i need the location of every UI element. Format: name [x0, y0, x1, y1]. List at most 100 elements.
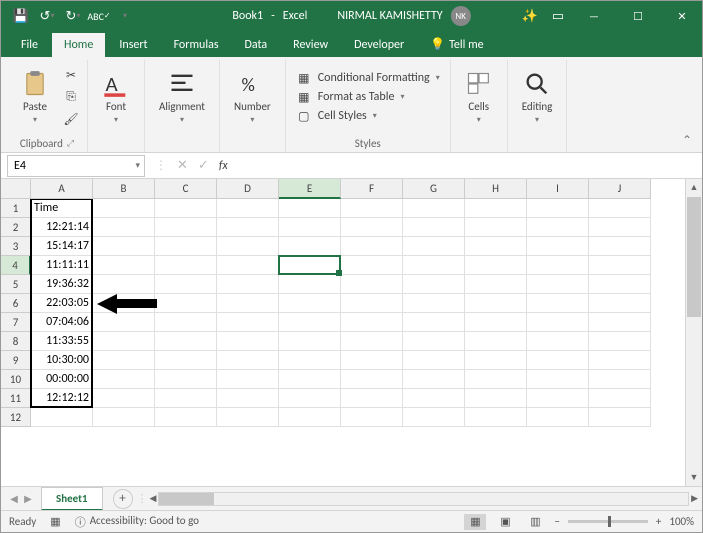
cell[interactable]: [527, 275, 589, 294]
cell[interactable]: [527, 199, 589, 218]
tab-tellme[interactable]: 💡Tell me: [418, 32, 495, 57]
row-header[interactable]: 1: [1, 199, 31, 218]
row-header[interactable]: 2: [1, 218, 31, 237]
cell[interactable]: [217, 199, 279, 218]
prev-sheet-icon[interactable]: ◀: [10, 492, 18, 505]
cell[interactable]: [341, 218, 403, 237]
cell[interactable]: [403, 408, 465, 427]
tab-review[interactable]: Review: [281, 33, 340, 57]
cell[interactable]: [279, 237, 341, 256]
cell[interactable]: [217, 313, 279, 332]
col-header[interactable]: D: [217, 179, 279, 199]
spellcheck-icon[interactable]: ABC✓: [87, 4, 111, 28]
cancel-formula-icon[interactable]: ✕: [177, 158, 188, 173]
cell-styles-button[interactable]: ▢Cell Styles▾: [292, 107, 444, 125]
scroll-right-icon[interactable]: ▶: [691, 493, 698, 504]
number-button[interactable]: % Number▾: [226, 66, 279, 129]
cell[interactable]: [93, 218, 155, 237]
page-break-view-icon[interactable]: ▥: [524, 514, 546, 530]
cell[interactable]: [217, 218, 279, 237]
cell[interactable]: [93, 199, 155, 218]
cell[interactable]: [465, 313, 527, 332]
cell[interactable]: [93, 294, 155, 313]
tab-home[interactable]: Home: [52, 33, 105, 57]
cell[interactable]: 15:14:17: [31, 237, 93, 256]
cell[interactable]: 19:36:32: [31, 275, 93, 294]
row-header[interactable]: 6: [1, 294, 31, 313]
redo-icon[interactable]: ↻▾: [61, 4, 85, 28]
cell[interactable]: [217, 275, 279, 294]
cell[interactable]: [403, 256, 465, 275]
minimize-button[interactable]: —: [574, 1, 614, 31]
cell[interactable]: 10:30:00: [31, 351, 93, 370]
cell[interactable]: [155, 237, 217, 256]
scroll-thumb[interactable]: [687, 197, 701, 317]
cell[interactable]: [403, 332, 465, 351]
cell[interactable]: [93, 237, 155, 256]
cell[interactable]: [217, 332, 279, 351]
cell[interactable]: [589, 275, 651, 294]
tab-insert[interactable]: Insert: [107, 33, 159, 57]
cell[interactable]: [341, 294, 403, 313]
undo-icon[interactable]: ↺▾: [35, 4, 59, 28]
clipboard-launcher-icon[interactable]: ⤢: [67, 138, 74, 149]
cell[interactable]: [93, 275, 155, 294]
cell[interactable]: [403, 313, 465, 332]
cell[interactable]: [465, 351, 527, 370]
cell[interactable]: [93, 408, 155, 427]
col-header[interactable]: F: [341, 179, 403, 199]
cell[interactable]: [527, 389, 589, 408]
cell[interactable]: [403, 218, 465, 237]
next-sheet-icon[interactable]: ▶: [24, 492, 32, 505]
accessibility-status[interactable]: ⓘAccessibility: Good to go: [75, 514, 199, 530]
alignment-button[interactable]: Alignment▾: [151, 66, 213, 129]
cell[interactable]: [217, 408, 279, 427]
cell[interactable]: [217, 294, 279, 313]
scroll-left-icon[interactable]: ◀: [150, 493, 157, 504]
cell[interactable]: [93, 370, 155, 389]
scroll-down-icon[interactable]: ▼: [686, 469, 702, 486]
cell[interactable]: 07:04:06: [31, 313, 93, 332]
macro-record-icon[interactable]: ▦: [50, 515, 60, 528]
cell[interactable]: [155, 218, 217, 237]
cell[interactable]: [589, 199, 651, 218]
cut-icon[interactable]: ✂: [61, 66, 81, 84]
scroll-up-icon[interactable]: ▲: [686, 179, 702, 196]
cell[interactable]: [217, 370, 279, 389]
cell[interactable]: [341, 389, 403, 408]
cell[interactable]: [527, 370, 589, 389]
row-header[interactable]: 10: [1, 370, 31, 389]
cell[interactable]: [279, 370, 341, 389]
zoom-level[interactable]: 100%: [669, 515, 694, 528]
format-as-table-button[interactable]: ▦Format as Table▾: [292, 88, 444, 106]
row-header[interactable]: 9: [1, 351, 31, 370]
name-box[interactable]: E4: [7, 155, 145, 177]
zoom-slider[interactable]: [568, 520, 648, 523]
fx-icon[interactable]: fx: [219, 159, 228, 173]
cell[interactable]: [155, 256, 217, 275]
cell[interactable]: [155, 313, 217, 332]
cell[interactable]: [155, 332, 217, 351]
close-button[interactable]: ✕: [662, 1, 702, 31]
cell[interactable]: [155, 294, 217, 313]
cell[interactable]: Time: [31, 199, 93, 218]
copy-icon[interactable]: ⎘: [61, 88, 81, 106]
cell[interactable]: [217, 389, 279, 408]
cell[interactable]: [527, 237, 589, 256]
cell[interactable]: [527, 313, 589, 332]
cell[interactable]: [341, 370, 403, 389]
cell[interactable]: [403, 370, 465, 389]
cell[interactable]: [589, 313, 651, 332]
cell[interactable]: [527, 408, 589, 427]
cell[interactable]: [403, 275, 465, 294]
magic-icon[interactable]: ✨: [518, 4, 542, 28]
cell[interactable]: [217, 256, 279, 275]
cell[interactable]: 00:00:00: [31, 370, 93, 389]
cell[interactable]: [341, 313, 403, 332]
maximize-button[interactable]: ☐: [618, 1, 658, 31]
cell[interactable]: [341, 237, 403, 256]
cell[interactable]: [589, 370, 651, 389]
avatar[interactable]: NK: [451, 6, 471, 26]
row-header[interactable]: 5: [1, 275, 31, 294]
cell[interactable]: [155, 408, 217, 427]
